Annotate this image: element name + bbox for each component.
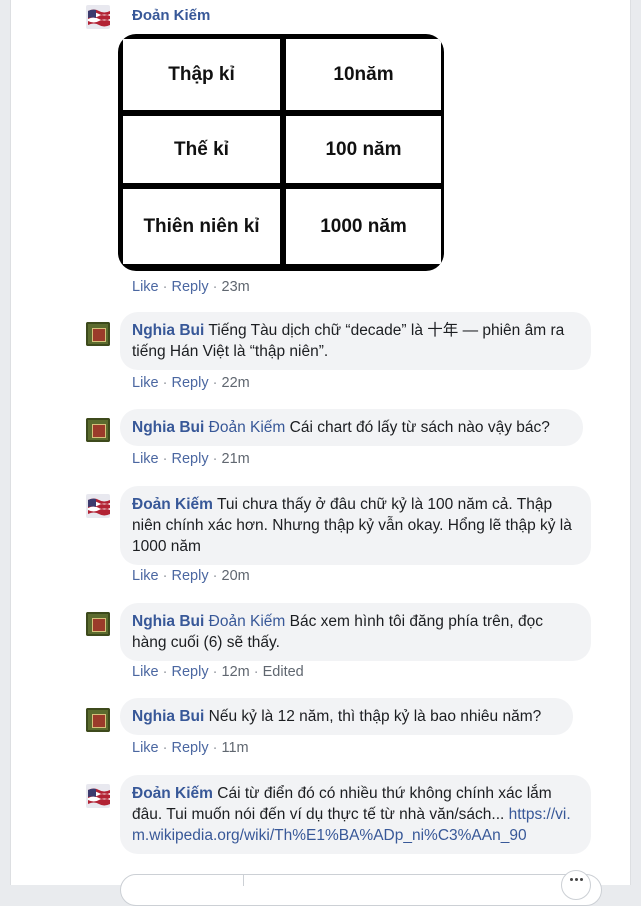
avatar[interactable]: [86, 494, 110, 518]
mention-link[interactable]: Đoản Kiếm: [209, 613, 286, 630]
comment-author[interactable]: Nghia Bui: [132, 708, 204, 725]
comment-author[interactable]: Đoản Kiếm: [132, 496, 213, 513]
separator: ·: [212, 279, 218, 295]
reply-button[interactable]: Reply: [172, 279, 209, 295]
comment-bubble: Nghia Bui Đoản Kiếm Bác xem hình tôi đăn…: [120, 603, 591, 661]
table-cell: Thế kỉ: [123, 116, 280, 183]
like-button[interactable]: Like: [132, 375, 159, 391]
separator: ·: [162, 568, 168, 584]
profile-picture-icon: [86, 612, 110, 636]
image-table: Thập kỉ 10năm Thế kỉ 100 năm Thiên niên …: [123, 39, 441, 266]
reply-button[interactable]: Reply: [172, 568, 209, 584]
table-cell: 100 năm: [286, 116, 441, 183]
like-button[interactable]: Like: [132, 740, 159, 756]
comment-bubble: Nghia Bui Tiếng Tàu dịch chữ “decade” là…: [120, 312, 591, 370]
table-cell: Thập kỉ: [123, 39, 280, 110]
avatar[interactable]: [86, 418, 110, 442]
post-actions: Like · Reply · 23m: [132, 279, 250, 295]
separator: ·: [212, 451, 218, 467]
reply-button[interactable]: Reply: [172, 740, 209, 756]
comment-bubble: Nghia Bui Nếu kỷ là 12 năm, thì thập kỷ …: [120, 698, 573, 735]
profile-picture-icon: [86, 708, 110, 732]
avatar[interactable]: [86, 612, 110, 636]
separator: ·: [162, 451, 168, 467]
profile-picture-icon: [86, 322, 110, 346]
separator: ·: [212, 664, 218, 680]
separator: ·: [162, 375, 168, 391]
post-image[interactable]: Thập kỉ 10năm Thế kỉ 100 năm Thiên niên …: [118, 34, 444, 271]
comment-author[interactable]: Nghia Bui: [132, 322, 204, 339]
separator: ·: [162, 664, 168, 680]
comment-composer[interactable]: [120, 874, 602, 906]
separator: ·: [212, 375, 218, 391]
separator: ·: [212, 740, 218, 756]
post-author[interactable]: Đoản Kiếm: [132, 7, 210, 24]
avatar[interactable]: [86, 784, 110, 808]
timestamp[interactable]: 22m: [222, 375, 250, 391]
avatar[interactable]: [86, 5, 110, 29]
comment-text: Nếu kỷ là 12 năm, thì thập kỷ là bao nhi…: [208, 708, 542, 725]
timestamp[interactable]: 12m: [222, 664, 250, 680]
comment-bubble: Nghia Bui Đoản Kiếm Cái chart đó lấy từ …: [120, 409, 583, 446]
profile-picture-icon: [86, 418, 110, 442]
like-button[interactable]: Like: [132, 279, 159, 295]
edited-label[interactable]: Edited: [263, 664, 304, 680]
comment-bubble: Đoản Kiếm Tui chưa thấy ở đâu chữ kỷ là …: [120, 486, 591, 565]
timestamp[interactable]: 11m: [222, 740, 249, 756]
reply-button[interactable]: Reply: [172, 375, 209, 391]
avatar[interactable]: [86, 708, 110, 732]
table-cell: 1000 năm: [286, 189, 441, 264]
separator: ·: [253, 664, 259, 680]
comment-actions: Like · Reply · 20m: [132, 568, 250, 584]
like-button[interactable]: Like: [132, 568, 159, 584]
comment-author[interactable]: Đoản Kiếm: [132, 785, 213, 802]
flag-avatar-icon: [86, 784, 110, 808]
comment-actions: Like · Reply · 12m · Edited: [132, 664, 304, 680]
flag-avatar-icon: [86, 5, 110, 29]
timestamp[interactable]: 20m: [222, 568, 250, 584]
like-button[interactable]: Like: [132, 451, 159, 467]
flag-avatar-icon: [86, 494, 110, 518]
timestamp[interactable]: 21m: [222, 451, 250, 467]
reply-button[interactable]: Reply: [172, 664, 209, 680]
comment-author[interactable]: Nghia Bui: [132, 419, 204, 436]
table-cell: Thiên niên kỉ: [123, 189, 280, 264]
timestamp[interactable]: 23m: [222, 279, 250, 295]
separator: ·: [162, 740, 168, 756]
reply-button[interactable]: Reply: [172, 451, 209, 467]
mention-link[interactable]: Đoản Kiếm: [209, 419, 286, 436]
comment-actions: Like · Reply · 11m: [132, 740, 249, 756]
avatar[interactable]: [86, 322, 110, 346]
composer-divider: [243, 874, 244, 886]
comment-text: Cái chart đó lấy từ sách nào vậy bác?: [289, 419, 550, 436]
separator: ·: [162, 279, 168, 295]
more-options-icon[interactable]: [561, 870, 591, 900]
separator: ·: [212, 568, 218, 584]
table-cell: 10năm: [286, 39, 441, 110]
comment-author[interactable]: Nghia Bui: [132, 613, 204, 630]
like-button[interactable]: Like: [132, 664, 159, 680]
comment-actions: Like · Reply · 22m: [132, 375, 250, 391]
comment-actions: Like · Reply · 21m: [132, 451, 250, 467]
comment-bubble: Đoản Kiếm Cái từ điển đó có nhiều thứ kh…: [120, 775, 591, 854]
